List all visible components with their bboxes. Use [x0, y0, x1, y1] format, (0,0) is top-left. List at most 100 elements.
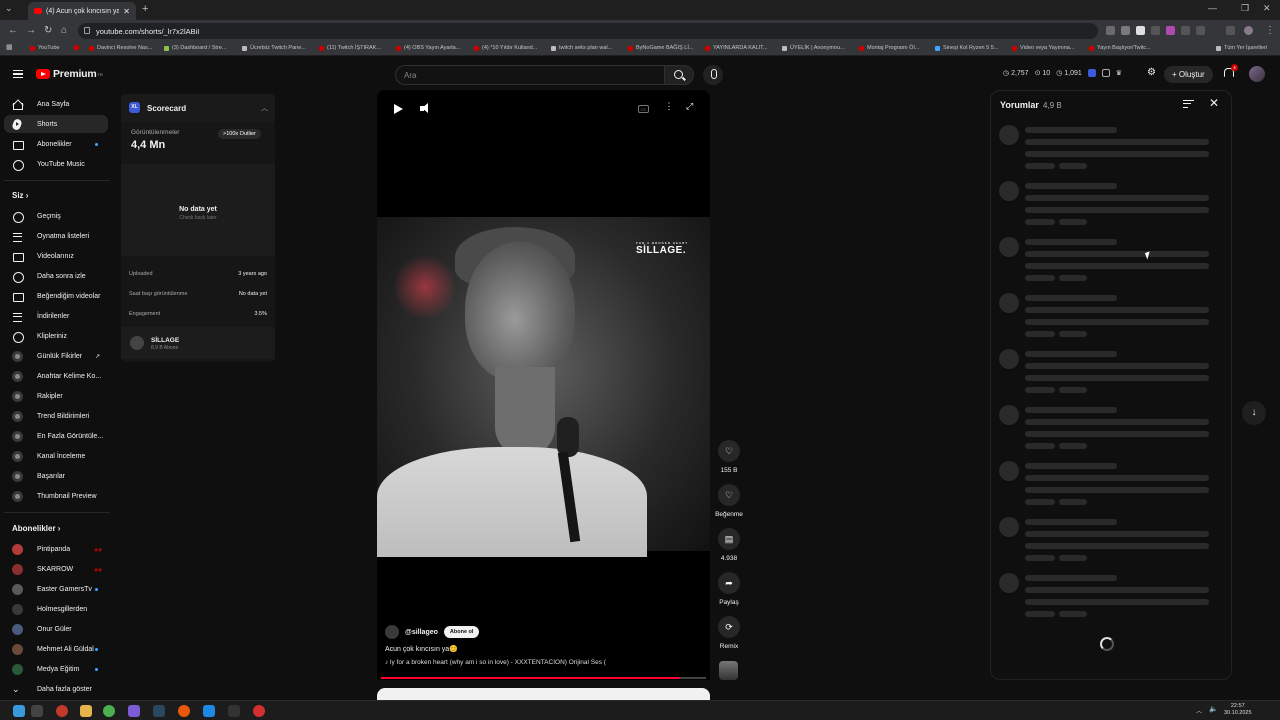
- dislike-button[interactable]: ♡ Beğenme: [714, 484, 744, 518]
- play-icon[interactable]: [391, 102, 405, 116]
- progress-bar[interactable]: [381, 677, 706, 679]
- subscription-channel[interactable]: Mehmet Ali Güldal: [4, 640, 108, 658]
- star-bookmark-icon[interactable]: [1121, 26, 1130, 35]
- bookmark-item[interactable]: YAYINLARDA KALIT...: [705, 45, 768, 51]
- all-bookmarks[interactable]: Tüm Yer İşaretleri: [1216, 45, 1267, 51]
- volume-icon[interactable]: [419, 102, 433, 116]
- creator-studio-icon[interactable]: ⚙: [1147, 67, 1156, 78]
- close-icon[interactable]: ✕: [1209, 96, 1219, 110]
- sidebar-item-your-videos[interactable]: Videolarınız: [4, 247, 108, 265]
- share-button[interactable]: ➦ Paylaş: [714, 572, 744, 606]
- profile-avatar[interactable]: [1244, 26, 1253, 35]
- menu-icon[interactable]: [13, 70, 23, 78]
- obs-icon[interactable]: [56, 705, 68, 717]
- scorecard-channel[interactable]: SİLLAGE 8,9 B Abone: [121, 327, 275, 359]
- channel-avatar[interactable]: [385, 625, 399, 639]
- section-you[interactable]: Siz ›: [12, 191, 28, 200]
- bookmark-item[interactable]: (4) *10 Yıldır Kulland...: [474, 45, 537, 51]
- opera-icon[interactable]: [253, 705, 265, 717]
- bookmark-item[interactable]: Davinci Resolve Nas...: [89, 45, 152, 51]
- scorecard-header[interactable]: XL Scorecard ︿: [121, 94, 275, 122]
- extension-icon[interactable]: [1166, 26, 1175, 35]
- sidebar-item-subscriptions[interactable]: Abonelikler: [4, 135, 108, 153]
- trophy-icon[interactable]: ♛: [1116, 69, 1122, 77]
- like-button[interactable]: ♡ 155 B: [714, 440, 744, 474]
- subscription-channel[interactable]: Easter GamersTv: [4, 580, 108, 598]
- browser-tab-active[interactable]: (4) Acun çok kıncısın ya😊 - YouT ✕: [28, 2, 136, 20]
- comments-button[interactable]: ▤ 4.938: [714, 528, 744, 562]
- volume-tray-icon[interactable]: 🔈: [1209, 705, 1218, 713]
- site-info-icon[interactable]: [84, 27, 90, 34]
- search-input[interactable]: Ara: [395, 65, 665, 85]
- bookmark-item[interactable]: [74, 45, 82, 50]
- tray-chevron-icon[interactable]: ︿: [1196, 706, 1202, 715]
- tab-close-icon[interactable]: ✕: [123, 7, 130, 16]
- voice-search-icon[interactable]: [703, 65, 723, 85]
- next-video-arrow-icon[interactable]: ↓: [1242, 401, 1266, 425]
- search-icon[interactable]: [664, 65, 694, 85]
- shorts-player[interactable]: CC ⋮ ⤢ FOR A BROKEN HEART SİLLAGE. @silla…: [377, 90, 710, 680]
- maximize-icon[interactable]: ❐: [1241, 3, 1249, 14]
- section-subscriptions[interactable]: Abonelikler ›: [12, 524, 60, 533]
- app-icon[interactable]: [228, 705, 240, 717]
- new-tab-icon[interactable]: +: [142, 3, 148, 15]
- bookmark-item[interactable]: Sineşi Kol Ryzen 5 5...: [935, 45, 998, 51]
- subscription-channel[interactable]: Holmesgillerden: [4, 600, 108, 618]
- subscribe-button[interactable]: Abone ol: [443, 626, 480, 638]
- firefox-icon[interactable]: [178, 705, 190, 717]
- downloads-icon[interactable]: [1226, 26, 1235, 35]
- sidebar-item-channel-review[interactable]: Kanal İnceleme: [4, 447, 108, 465]
- back-icon[interactable]: ←: [8, 25, 18, 36]
- bookmark-item[interactable]: ÜYELİK | Anonymou...: [782, 45, 845, 51]
- extension-icon[interactable]: [1151, 26, 1160, 35]
- show-more-button[interactable]: ⌄ Daha fazla göster: [4, 680, 108, 698]
- bookmark-item[interactable]: Video veya Yayınına...: [1012, 45, 1074, 51]
- sort-icon[interactable]: [1183, 100, 1194, 108]
- subscription-channel[interactable]: SKARROW ◉◉: [4, 560, 108, 578]
- sidebar-item-daily-ideas[interactable]: Günlük Fikirler ↗: [4, 347, 108, 365]
- sidebar-item-thumbnail-preview[interactable]: Thumbnail Preview: [4, 487, 108, 505]
- bookmark-item[interactable]: ByNoGame BAĞIŞ Lİ...: [628, 45, 693, 51]
- bookmark-item[interactable]: Montaj Programı Öl...: [859, 45, 919, 51]
- more-options-icon[interactable]: ⋮: [662, 101, 676, 115]
- chrome-icon[interactable]: [103, 705, 115, 717]
- sidebar-item-competitors[interactable]: Rakipler: [4, 387, 108, 405]
- bookmark-item[interactable]: (11) Twitch İŞTIRAK...: [319, 45, 381, 51]
- sidebar-item-history[interactable]: Geçmiş: [4, 207, 108, 225]
- next-short-preview[interactable]: [377, 688, 710, 700]
- bookmark-item[interactable]: twitch seks plan wal...: [551, 45, 612, 51]
- clock[interactable]: 22:57 30.10.2025: [1224, 703, 1252, 717]
- extension-icon[interactable]: [1136, 26, 1145, 35]
- extension-icon[interactable]: [1181, 26, 1190, 35]
- sidebar-item-watch-later[interactable]: Daha sonra izle: [4, 267, 108, 285]
- file-explorer-icon[interactable]: [80, 705, 92, 717]
- discord-icon[interactable]: [128, 705, 140, 717]
- subscription-channel[interactable]: Onur Güler: [4, 620, 108, 638]
- sidebar-item-achievements[interactable]: Başarılar: [4, 467, 108, 485]
- extension-icon[interactable]: [1087, 69, 1096, 77]
- bookmark-item[interactable]: Yayın Başlıyor/Twitc...: [1089, 45, 1151, 51]
- task-view-icon[interactable]: [31, 705, 43, 717]
- collapse-icon[interactable]: ︿: [261, 103, 268, 113]
- fullscreen-icon[interactable]: ⤢: [686, 101, 700, 115]
- video-frame[interactable]: FOR A BROKEN HEART SİLLAGE.: [377, 217, 710, 557]
- subscription-channel[interactable]: Pintipanda ◉◉: [4, 540, 108, 558]
- forward-icon[interactable]: →: [26, 25, 36, 36]
- subscription-channel[interactable]: Medya Eğitim: [4, 660, 108, 678]
- create-button[interactable]: + Oluştur: [1164, 66, 1213, 83]
- account-avatar[interactable]: [1249, 66, 1265, 82]
- windows-start-icon[interactable]: [13, 705, 25, 717]
- reload-icon[interactable]: ↻: [44, 25, 52, 36]
- channel-handle[interactable]: @sillageo: [405, 629, 438, 636]
- sidebar-item-downloads[interactable]: İndirilenler: [4, 307, 108, 325]
- bookmark-item[interactable]: (4) OBS Yayın Ayarla...: [396, 45, 460, 51]
- minimize-icon[interactable]: —: [1208, 3, 1217, 13]
- sidebar-item-playlists[interactable]: Oynatma listeleri: [4, 227, 108, 245]
- sidebar-item-shorts[interactable]: Shorts: [4, 115, 108, 133]
- tab-search-icon[interactable]: ⌄: [5, 3, 13, 14]
- bookmark-item[interactable]: Ücretsiz Twitch Pane...: [242, 45, 306, 51]
- remix-button[interactable]: ⟳ Remix: [714, 616, 744, 650]
- home-button-icon[interactable]: ⌂: [61, 25, 67, 36]
- steam-icon[interactable]: [153, 705, 165, 717]
- tubebuddy-icon[interactable]: [1101, 69, 1110, 77]
